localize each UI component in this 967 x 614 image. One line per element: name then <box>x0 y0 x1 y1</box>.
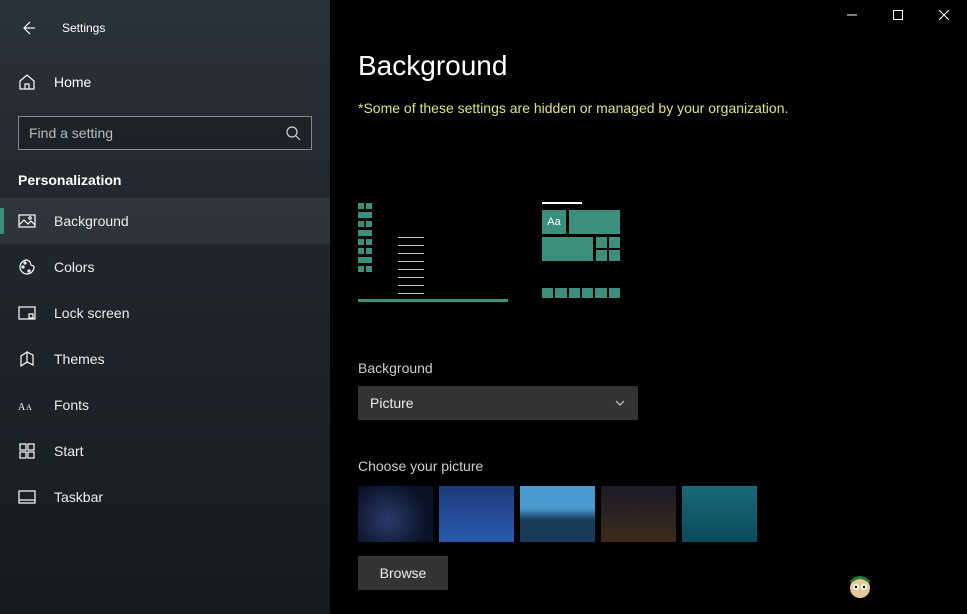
background-dropdown-value: Picture <box>370 395 414 411</box>
browse-button[interactable]: Browse <box>358 556 448 590</box>
sidebar-item-fonts[interactable]: A A Fonts <box>0 382 330 428</box>
search-input[interactable] <box>29 125 285 141</box>
picture-thumb[interactable] <box>358 486 433 542</box>
search-icon <box>285 125 301 141</box>
theme-preview: Aa <box>358 202 967 302</box>
picture-thumb[interactable] <box>520 486 595 542</box>
search-container <box>18 116 312 150</box>
sidebar-item-lock-screen[interactable]: Lock screen <box>0 290 330 336</box>
preview-sample-text: Aa <box>542 210 566 234</box>
sidebar-item-start[interactable]: Start <box>0 428 330 474</box>
sidebar-item-colors[interactable]: Colors <box>0 244 330 290</box>
maximize-button[interactable] <box>875 0 921 30</box>
choose-picture-label: Choose your picture <box>358 458 967 474</box>
picture-thumb[interactable] <box>601 486 676 542</box>
section-title: Personalization <box>0 150 330 198</box>
lock-screen-icon <box>18 304 36 322</box>
sidebar: Settings Home Personalization <box>0 0 330 614</box>
palette-icon <box>18 258 36 276</box>
close-icon <box>939 10 949 20</box>
back-arrow-icon <box>20 20 36 36</box>
minimize-icon <box>847 10 857 20</box>
browse-button-label: Browse <box>380 565 427 581</box>
app-title: Settings <box>62 21 105 35</box>
sidebar-item-taskbar[interactable]: Taskbar <box>0 474 330 520</box>
preview-desktop <box>358 202 508 302</box>
chevron-down-icon <box>614 397 626 409</box>
minimize-button[interactable] <box>829 0 875 30</box>
maximize-icon <box>893 10 903 20</box>
preview-taskbar <box>358 299 508 302</box>
sidebar-item-label: Colors <box>54 259 94 275</box>
sidebar-item-label: Start <box>54 443 84 459</box>
home-nav[interactable]: Home <box>0 60 330 104</box>
preview-start-menu <box>358 203 394 299</box>
svg-text:A: A <box>26 403 32 412</box>
home-icon <box>18 73 36 91</box>
close-button[interactable] <box>921 0 967 30</box>
title-bar: Settings <box>0 8 330 48</box>
background-dropdown-label: Background <box>358 360 967 376</box>
themes-icon <box>18 350 36 368</box>
sidebar-item-background[interactable]: Background <box>0 198 330 244</box>
preview-title-line <box>542 202 582 204</box>
home-label: Home <box>54 74 91 90</box>
org-managed-notice: *Some of these settings are hidden or ma… <box>358 100 967 116</box>
picture-thumb[interactable] <box>682 486 757 542</box>
back-button[interactable] <box>18 18 38 38</box>
preview-start-page: Aa <box>542 202 620 298</box>
picture-thumbnails <box>358 486 967 542</box>
sidebar-item-label: Lock screen <box>54 305 129 321</box>
taskbar-icon <box>18 488 36 506</box>
fonts-icon: A A <box>18 396 36 414</box>
mascot-icon <box>843 568 877 602</box>
sidebar-item-label: Background <box>54 213 129 229</box>
picture-icon <box>18 212 36 230</box>
background-dropdown[interactable]: Picture <box>358 386 638 420</box>
sidebar-item-label: Taskbar <box>54 489 103 505</box>
svg-text:A: A <box>18 402 26 412</box>
sidebar-item-themes[interactable]: Themes <box>0 336 330 382</box>
picture-thumb[interactable] <box>439 486 514 542</box>
start-icon <box>18 442 36 460</box>
search-box[interactable] <box>18 116 312 150</box>
sidebar-item-label: Themes <box>54 351 105 367</box>
window-controls <box>829 0 967 30</box>
main-content: Background *Some of these settings are h… <box>330 0 967 614</box>
preview-taskbar-items <box>398 237 424 294</box>
sidebar-item-label: Fonts <box>54 397 89 413</box>
